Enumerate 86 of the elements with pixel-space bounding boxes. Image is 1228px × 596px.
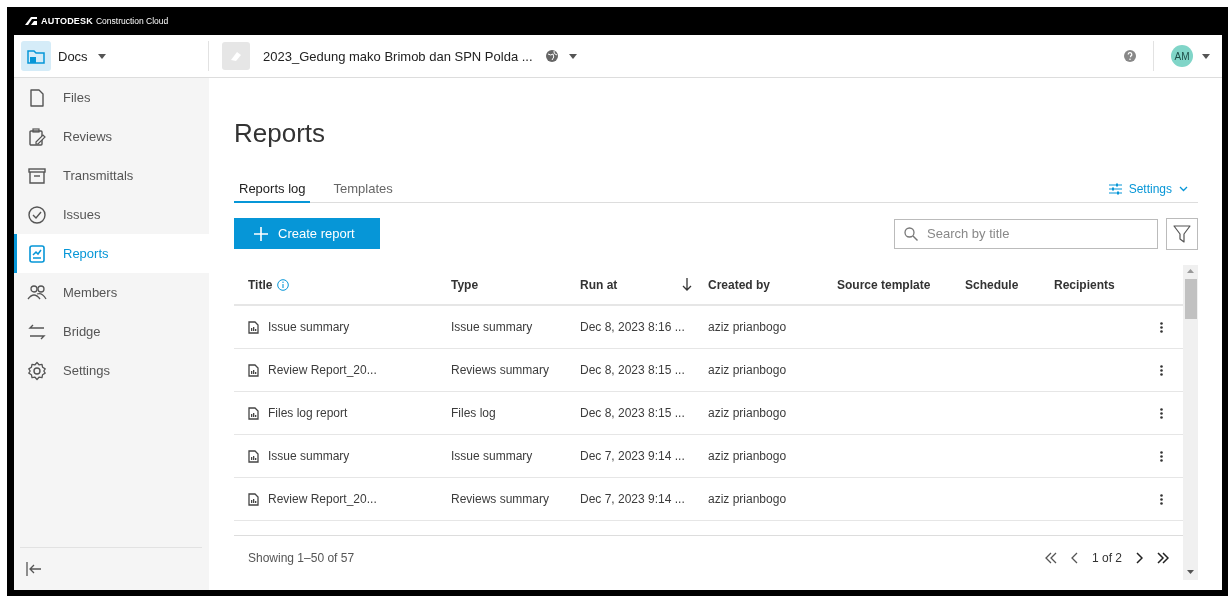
sidebar-item[interactable]: Members [14, 273, 209, 312]
user-avatar[interactable]: AM [1171, 45, 1193, 67]
page-title: Reports [234, 117, 327, 149]
caret-icon [567, 52, 578, 60]
more-icon[interactable] [1159, 407, 1163, 419]
table-cell: aziz prianbogo [708, 320, 787, 334]
clipboard-icon [27, 126, 47, 147]
brand-name: AUTODESK [41, 16, 93, 26]
column-header[interactable]: Type [451, 265, 580, 304]
search-icon [904, 226, 918, 241]
more-icon[interactable] [1159, 321, 1163, 333]
table-cell: Reviews summary [451, 492, 549, 506]
report-file-icon [248, 406, 259, 420]
sliders-icon [1108, 183, 1122, 195]
report-title[interactable]: Files log report [268, 406, 348, 420]
column-header[interactable]: Schedule [965, 265, 1054, 304]
tab[interactable]: Reports log [234, 176, 311, 203]
table-cell: Reviews summary [451, 363, 549, 377]
column-header[interactable]: Run at [580, 265, 708, 304]
report-file-icon [248, 320, 259, 334]
column-header[interactable]: Created by [708, 265, 837, 304]
first-page-icon[interactable] [1044, 552, 1057, 564]
plus-icon [254, 226, 268, 241]
next-page-icon[interactable] [1136, 552, 1143, 564]
project-name[interactable]: 2023_Gedung mako Brimob dan SPN Polda ... [263, 48, 533, 64]
report-title[interactable]: Review Report_20... [268, 492, 377, 506]
settings-icon [27, 360, 47, 381]
table-cell: Issue summary [451, 320, 533, 334]
sidebar-item[interactable]: Issues [14, 195, 209, 234]
sidebar-item[interactable]: Reviews [14, 117, 209, 156]
product-name: Construction Cloud [95, 16, 169, 26]
caret-icon [1201, 52, 1211, 60]
scroll-down-icon [1187, 570, 1194, 574]
table-cell: Files log [451, 406, 496, 420]
report-title[interactable]: Issue summary [268, 449, 350, 463]
table-cell: Dec 7, 2023 9:14 ... [580, 449, 685, 463]
chart-document-icon [27, 243, 47, 264]
sidebar-item[interactable]: Settings [14, 351, 209, 390]
filter-icon [1173, 224, 1191, 243]
file-icon [27, 87, 47, 108]
last-page-icon[interactable] [1157, 552, 1169, 564]
report-file-icon [248, 492, 259, 506]
help-icon [1124, 50, 1136, 62]
sort-descending-icon[interactable] [682, 278, 692, 291]
report-title[interactable]: Review Report_20... [268, 363, 377, 377]
tray-icon [27, 165, 47, 186]
more-icon[interactable] [1159, 493, 1163, 505]
chevron-icon [1179, 186, 1188, 192]
previous-page-icon[interactable] [1070, 552, 1078, 564]
more-icon[interactable] [1159, 450, 1163, 462]
app-switcher[interactable]: Docs [58, 48, 88, 64]
caret-icon [96, 52, 107, 60]
folder-icon [21, 41, 51, 71]
table-cell: Dec 8, 2023 8:15 ... [580, 406, 685, 420]
scrollbar-thumb[interactable] [1184, 279, 1197, 319]
table-cell: Dec 7, 2023 9:14 ... [580, 492, 685, 506]
table-cell: Dec 8, 2023 8:15 ... [580, 363, 685, 377]
scroll-up-icon [1187, 269, 1194, 273]
search-field[interactable]: Search by title [894, 218, 1158, 249]
more-icon[interactable] [1159, 364, 1163, 376]
table-cell: aziz prianbogo [708, 492, 787, 506]
page-indicator: 1 of 2 [1091, 551, 1122, 565]
table-cell: Issue summary [451, 449, 533, 463]
report-file-icon [248, 363, 259, 377]
result-count: Showing 1–50 of 57 [248, 551, 355, 565]
column-header[interactable]: Title [248, 265, 451, 304]
sidebar-item[interactable]: Transmittals [14, 156, 209, 195]
report-title[interactable]: Issue summary [268, 320, 350, 334]
sidebar-item[interactable]: Bridge [14, 312, 209, 351]
tab[interactable]: Templates [328, 176, 398, 203]
table-cell: aziz prianbogo [708, 449, 787, 463]
check-circle-icon [27, 204, 47, 225]
globe-icon [545, 50, 558, 62]
report-file-icon [248, 449, 259, 463]
logo-icon [25, 17, 37, 25]
project-thumbnail-icon [222, 42, 250, 70]
table-cell: aziz prianbogo [708, 363, 787, 377]
info-icon [277, 278, 290, 291]
filter-button[interactable] [1166, 217, 1198, 250]
sidebar-item[interactable]: Files [14, 78, 209, 117]
table-cell: aziz prianbogo [708, 406, 787, 420]
scrollbar[interactable] [1183, 265, 1198, 580]
collapse-icon[interactable] [26, 562, 42, 576]
column-header[interactable]: Recipients [1054, 265, 1139, 304]
column-header[interactable]: Source template [837, 265, 965, 304]
table-cell: Dec 8, 2023 8:16 ... [580, 320, 685, 334]
